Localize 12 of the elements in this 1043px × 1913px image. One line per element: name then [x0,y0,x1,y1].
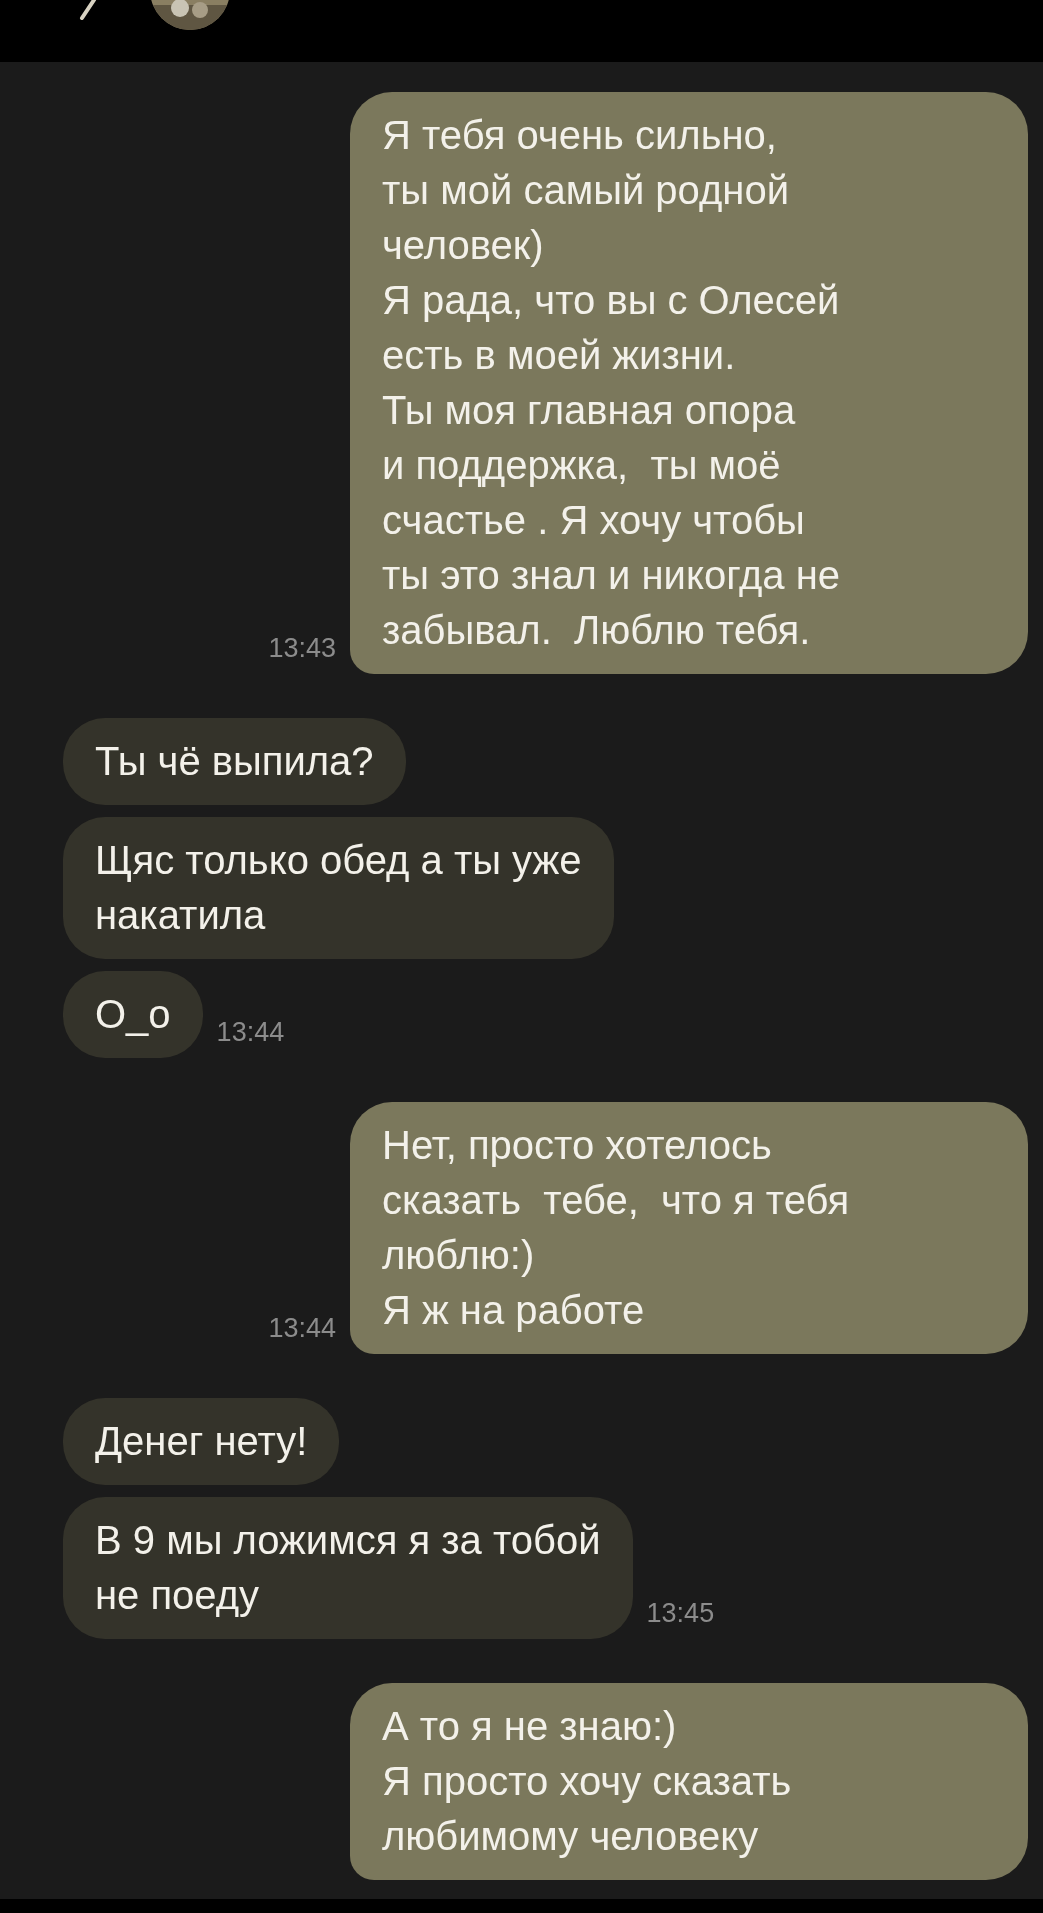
message-time: 13:43 [268,633,336,664]
message-bubble: Нет, просто хотелось сказать тебе, что я тебя люблю:) Я ж на работе [350,1102,1028,1354]
message-bubble: Я тебя очень сильно, ты мой самый родной человек) Я рада, что вы с Олесей есть в моей жизни. Ты моя главная опора и поддержка, ты моё счастье . Я хочу чтобы ты это знал и никогда не забывал. Люблю тебя. [350,92,1028,674]
message-bubble: Денег нету! [63,1398,340,1485]
message-bubble: Ты чё выпила? [63,718,406,805]
message-bubble: О_о [63,971,203,1058]
message-bubble: А то я не знаю:) Я просто хочу сказать любимому человеку [350,1683,1028,1880]
message-bubble: Щяс только обед а ты уже накатила [63,817,614,959]
message-time: 13:44 [268,1313,336,1344]
message-time: 13:44 [216,1017,285,1048]
message-bubble: В 9 мы ложимся я за тобой не поеду [63,1497,633,1639]
message-time: 13:45 [646,1598,715,1629]
